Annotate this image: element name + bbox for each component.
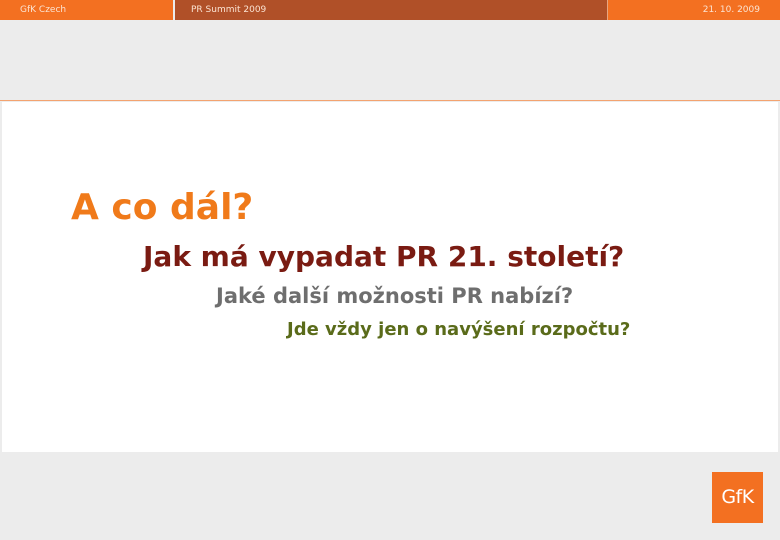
slide-question-1: Jak má vypadat PR 21. století? — [143, 240, 625, 273]
slide-question-2: Jaké další možnosti PR nabízí? — [216, 284, 574, 308]
header-event-label: PR Summit 2009 — [175, 0, 607, 20]
slide-content-panel — [2, 102, 778, 452]
header-company-label: GfK Czech — [0, 0, 173, 20]
slide-heading: A co dál? — [71, 187, 254, 228]
slide-question-3: Jde vždy jen o navýšení rozpočtu? — [287, 319, 631, 340]
title-band — [0, 20, 780, 100]
header-bar: GfK Czech PR Summit 2009 21. 10. 2009 — [0, 0, 780, 20]
header-divider — [0, 100, 780, 101]
gfk-logo: GfK — [712, 472, 763, 523]
header-date: 21. 10. 2009 — [607, 0, 780, 20]
